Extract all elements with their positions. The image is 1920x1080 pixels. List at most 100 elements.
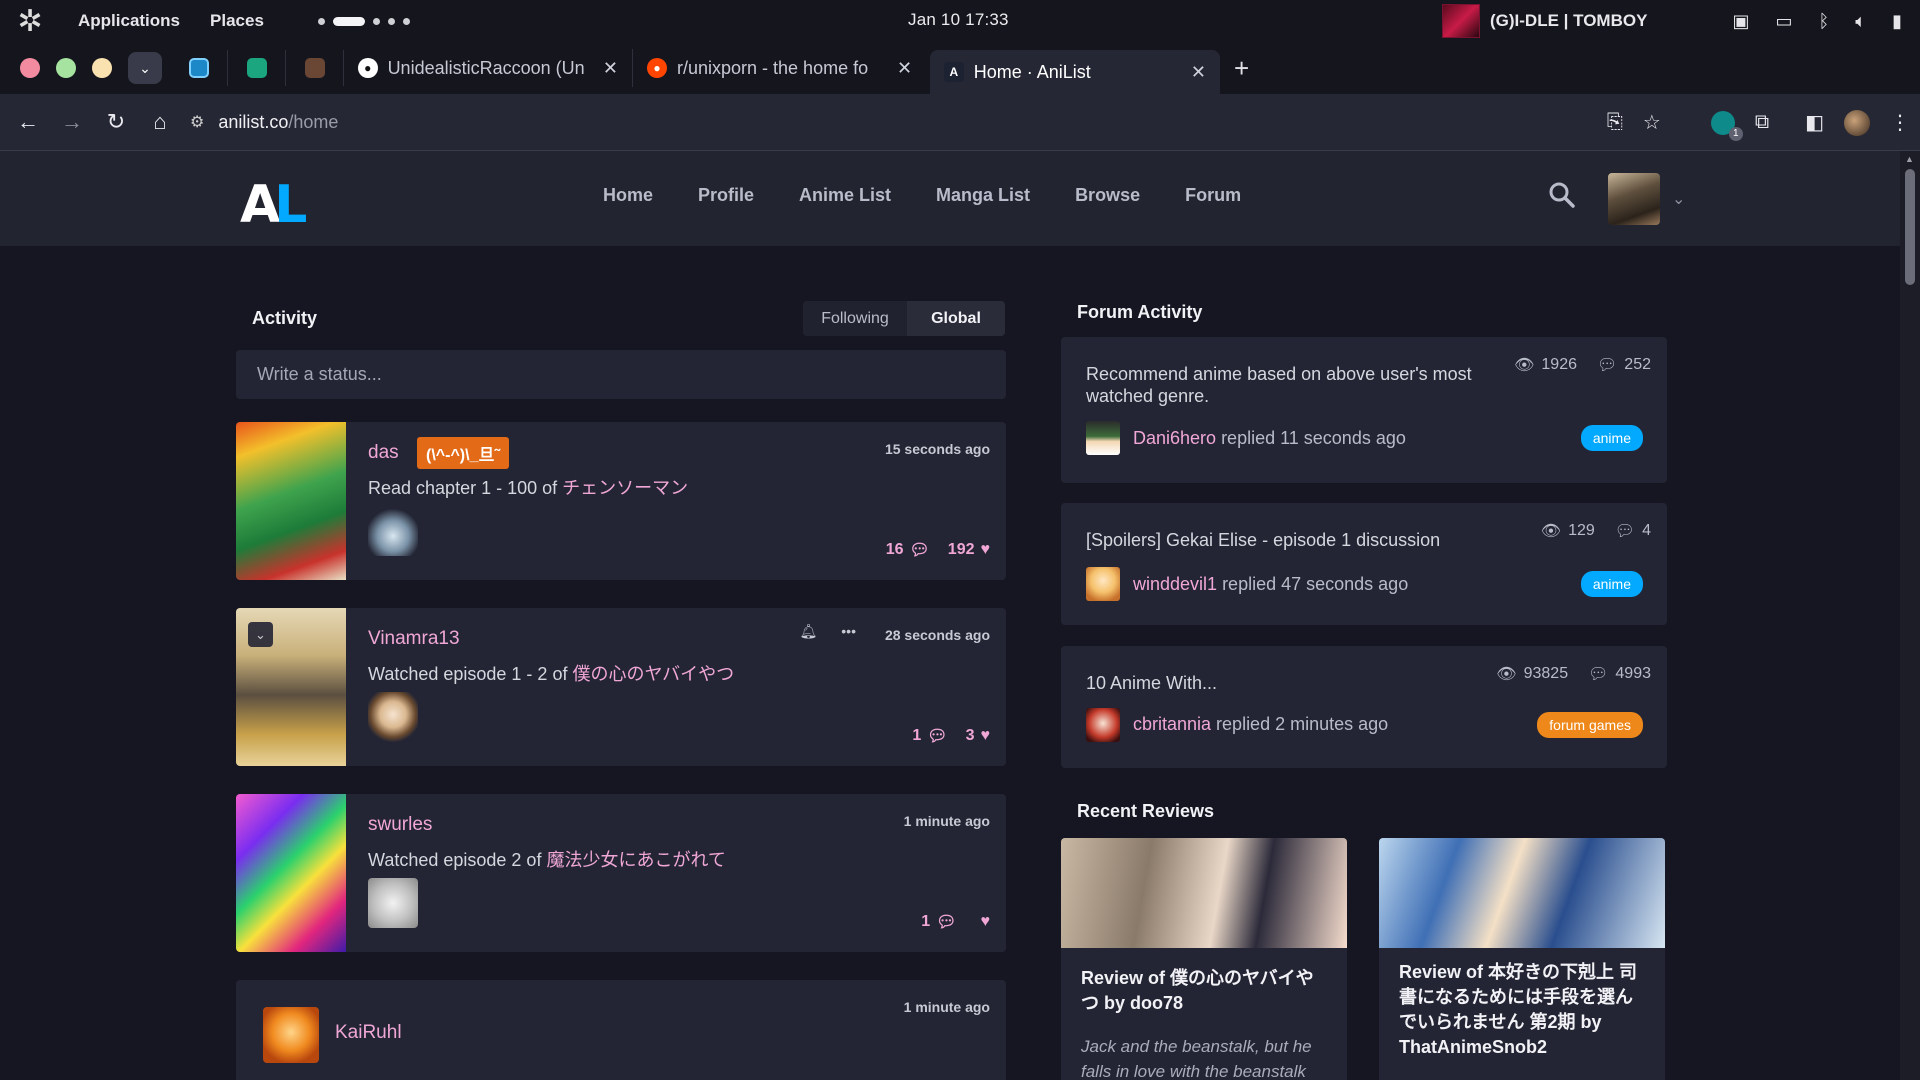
forward-button[interactable]: → (50, 100, 94, 144)
side-panel-icon[interactable]: ◧ (1805, 110, 1824, 135)
user-avatar-thumb[interactable] (368, 692, 418, 742)
status-input[interactable] (236, 350, 1006, 399)
maximize-window-button[interactable] (56, 58, 76, 78)
page-scrollbar[interactable]: ▲ (1900, 151, 1920, 1080)
tab-reddit[interactable]: ● r/unixporn - the home fo ✕ (632, 49, 930, 87)
nav-anime-list[interactable]: Anime List (799, 185, 891, 206)
chevron-down-icon[interactable]: ⌄ (1672, 189, 1685, 209)
minimize-window-button[interactable] (92, 58, 112, 78)
new-tab-button[interactable]: + (1234, 53, 1249, 84)
replier-avatar[interactable] (1086, 567, 1120, 601)
site-settings-icon[interactable]: ⚙ (190, 112, 204, 132)
activity-username[interactable]: KaiRuhl (335, 1022, 402, 1044)
review-heading[interactable]: Review of 本好きの下剋上 司書になるためには手段を選んでいられません … (1379, 948, 1665, 1078)
bookmark-star-icon[interactable]: ☆ (1643, 110, 1661, 135)
activity-username[interactable]: Vinamra13 (368, 628, 460, 650)
places-menu[interactable]: Places (194, 11, 278, 31)
pinned-tab[interactable] (170, 50, 228, 86)
reply-count[interactable]: 16 💬︎ (886, 540, 930, 560)
close-window-button[interactable] (20, 58, 40, 78)
thread-title[interactable]: [Spoilers] Gekai Elise - episode 1 discu… (1086, 529, 1506, 551)
media-cover[interactable] (236, 422, 346, 580)
volume-icon[interactable]: 🔈︎ (1855, 11, 1866, 32)
forum-thread-card[interactable]: 10 Anime With... 👁︎ 93825 💬︎ 4993 cbritann… (1061, 646, 1667, 768)
activity-username[interactable]: swurles (368, 814, 432, 836)
home-button[interactable]: ⌂ (138, 100, 182, 144)
gnome-foot-icon[interactable]: ✲ (0, 0, 60, 42)
user-avatar[interactable] (1608, 173, 1660, 225)
workspace-indicator[interactable] (317, 16, 410, 26)
user-avatar-thumb[interactable] (368, 878, 418, 928)
thread-title[interactable]: Recommend anime based on above user's mo… (1086, 363, 1486, 407)
thread-tag[interactable]: anime (1580, 425, 1643, 451)
nav-forum[interactable]: Forum (1185, 185, 1241, 206)
install-app-icon[interactable]: ⎘ (1607, 111, 1623, 134)
replier-name[interactable]: winddevil1 (1133, 574, 1217, 594)
profile-avatar[interactable] (1844, 109, 1870, 136)
search-icon[interactable] (1548, 181, 1576, 216)
forum-thread-card[interactable]: Recommend anime based on above user's mo… (1061, 337, 1667, 483)
media-title-link[interactable]: 僕の心のヤバイやつ (572, 664, 734, 684)
activity-username[interactable]: das (368, 442, 399, 464)
like-count[interactable]: 192 ♥ (948, 540, 990, 560)
clipboard-icon[interactable]: ▣ (1732, 11, 1749, 32)
thread-title[interactable]: 10 Anime With... (1086, 672, 1486, 694)
pinned-tab[interactable] (228, 50, 286, 86)
anilist-logo[interactable]: AL (240, 175, 307, 235)
replier-name[interactable]: cbritannia (1133, 714, 1211, 734)
replier-avatar[interactable] (1086, 708, 1120, 742)
close-tab-icon[interactable]: ✕ (897, 58, 912, 79)
reply-count[interactable]: 1 💬︎ (912, 726, 947, 746)
workspace-dot[interactable] (402, 17, 410, 25)
clock[interactable]: Jan 10 17:33 (908, 10, 1009, 30)
reload-button[interactable]: ↻ (94, 100, 138, 144)
workspace-dot[interactable] (317, 17, 325, 25)
review-heading[interactable]: Review of 僕の心のヤバイやつ by doo78 (1061, 948, 1347, 1034)
media-indicator[interactable]: (G)I-DLE | TOMBOY (1442, 4, 1647, 38)
forum-thread-card[interactable]: [Spoilers] Gekai Elise - episode 1 discu… (1061, 503, 1667, 625)
like-count[interactable]: ♥ (975, 912, 991, 932)
battery-icon[interactable]: ▮ (1892, 11, 1902, 32)
review-card[interactable]: Review of 僕の心のヤバイやつ by doo78 Jack and th… (1061, 838, 1347, 1080)
user-avatar-thumb[interactable] (263, 1007, 319, 1063)
media-title-link[interactable]: チェンソーマン (562, 478, 688, 498)
thread-tag[interactable]: anime (1580, 571, 1643, 597)
nav-manga-list[interactable]: Manga List (936, 185, 1030, 206)
more-options-icon[interactable]: ••• (841, 623, 856, 640)
nav-profile[interactable]: Profile (698, 185, 754, 206)
pinned-tab[interactable] (286, 50, 344, 86)
bluetooth-icon[interactable]: ᛒ (1818, 11, 1829, 32)
workspace-dot[interactable] (387, 17, 395, 25)
nav-browse[interactable]: Browse (1075, 185, 1140, 206)
extensions-puzzle-icon[interactable]: ⧉ (1755, 111, 1769, 134)
extension-icon[interactable]: 1 (1710, 110, 1743, 141)
review-card[interactable]: Review of 本好きの下剋上 司書になるためには手段を選んでいられません … (1379, 838, 1665, 1080)
back-button[interactable]: ← (6, 100, 50, 144)
scroll-up-arrow-icon[interactable]: ▲ (1905, 154, 1914, 164)
user-avatar-thumb[interactable] (368, 506, 418, 556)
workspace-dot[interactable] (372, 17, 380, 25)
collapse-chevron-icon[interactable]: ⌄ (248, 622, 273, 647)
screen-icon[interactable]: ▭ (1775, 11, 1792, 32)
bell-icon[interactable]: 🔔︎ (800, 623, 818, 640)
toggle-following[interactable]: Following (803, 301, 907, 336)
toggle-global[interactable]: Global (907, 301, 1005, 336)
close-tab-icon[interactable]: ✕ (1191, 62, 1206, 83)
thread-tag[interactable]: forum games (1537, 712, 1643, 738)
close-tab-icon[interactable]: ✕ (603, 58, 618, 79)
media-cover[interactable] (236, 794, 346, 952)
workspace-active[interactable] (332, 16, 365, 26)
applications-menu[interactable]: Applications (60, 11, 194, 31)
reply-count[interactable]: 1 💬︎ (921, 912, 956, 932)
tab-anilist[interactable]: A Home · AniList ✕ (930, 50, 1220, 94)
replier-avatar[interactable] (1086, 421, 1120, 455)
tab-search-button[interactable]: ⌄ (128, 52, 162, 84)
nav-home[interactable]: Home (603, 185, 653, 206)
address-bar[interactable]: ⚙ anilist.co/home (190, 112, 338, 133)
like-count[interactable]: 3 ♥ (966, 726, 990, 746)
media-title-link[interactable]: 魔法少女にあこがれて (546, 850, 725, 870)
replier-name[interactable]: Dani6hero (1133, 428, 1216, 448)
scroll-thumb[interactable] (1905, 169, 1915, 285)
tab-github[interactable]: ● UnidealisticRaccoon (Un ✕ (344, 49, 632, 87)
menu-kebab-icon[interactable]: ⋮ (1890, 110, 1910, 135)
